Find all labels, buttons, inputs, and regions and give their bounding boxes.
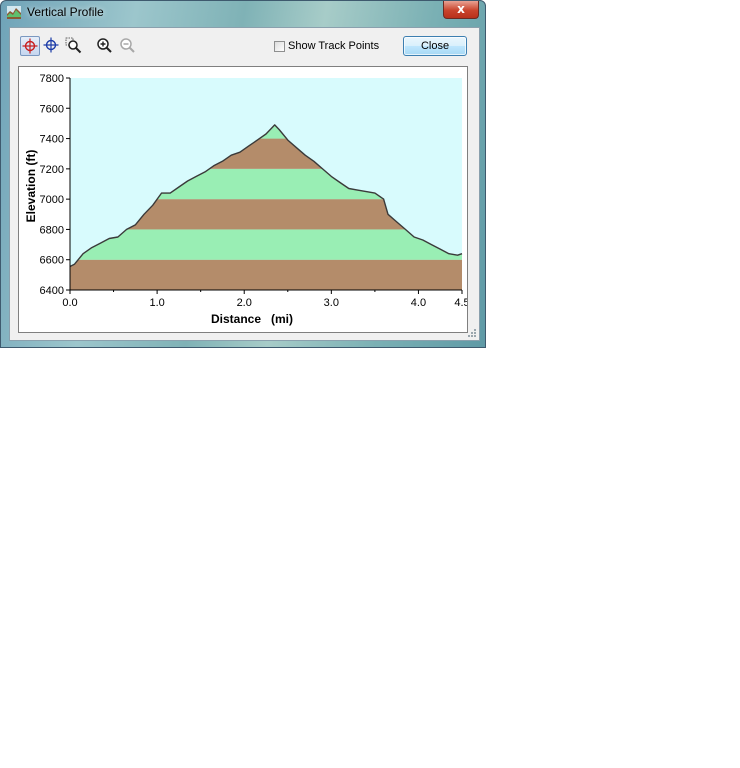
zoom-out-icon bbox=[120, 38, 135, 53]
y-tick-label: 7800 bbox=[40, 73, 64, 85]
y-axis-label: Elevation (ft) bbox=[24, 150, 38, 223]
resize-grip-icon[interactable] bbox=[466, 327, 476, 337]
x-tick-label: 0.0 bbox=[62, 297, 77, 309]
vertical-profile-app-icon bbox=[7, 6, 21, 19]
y-tick-label: 6800 bbox=[40, 224, 64, 236]
x-tick-label: 3.0 bbox=[324, 297, 339, 309]
crosshair-blue-icon bbox=[43, 37, 59, 53]
zoom-in-icon bbox=[97, 38, 112, 53]
elevation-profile-chart[interactable]: 6400 6600 6800 7000 7200 7400 7600 7800 0.0 1.0 2.… bbox=[19, 67, 470, 332]
zoom-box-icon bbox=[65, 37, 82, 54]
dialog-client-area: Show Track Points Close 6400 6600 6800 7000… bbox=[9, 27, 480, 341]
x-tick-label: 4.0 bbox=[411, 297, 426, 309]
zoom-out-tool[interactable] bbox=[118, 36, 138, 56]
zoom-in-tool[interactable] bbox=[95, 36, 115, 56]
zoom-box-tool[interactable] bbox=[64, 36, 84, 56]
x-tick-label: 4.5 bbox=[454, 297, 467, 309]
elevation-band bbox=[70, 229, 462, 260]
y-tick-label: 7400 bbox=[40, 134, 64, 146]
x-tick-label: 2.0 bbox=[237, 297, 252, 309]
window-title: Vertical Profile bbox=[27, 5, 104, 19]
y-tick-label: 7000 bbox=[40, 194, 64, 206]
x-tick-label: 1.0 bbox=[149, 297, 164, 309]
window-close-button[interactable]: x bbox=[443, 1, 479, 19]
y-tick-label: 7200 bbox=[40, 164, 64, 176]
elevation-band bbox=[70, 259, 462, 290]
title-bar[interactable]: Vertical Profile x bbox=[1, 1, 485, 25]
vertical-profile-window: Vertical Profile x Show Track Points Clo… bbox=[0, 0, 486, 348]
show-track-points-label[interactable]: Show Track Points bbox=[288, 40, 379, 52]
y-tick-label: 7600 bbox=[40, 103, 64, 115]
close-button[interactable]: Close bbox=[403, 36, 467, 56]
crosshair-select-tool[interactable] bbox=[20, 36, 40, 56]
crosshair-red-icon bbox=[22, 38, 38, 54]
show-track-points-checkbox-box[interactable] bbox=[274, 41, 285, 52]
x-axis-label: Distance (mi) bbox=[211, 312, 293, 326]
elevation-chart-frame: 6400 6600 6800 7000 7200 7400 7600 7800 0.0 1.0 2.… bbox=[18, 66, 470, 333]
y-tick-label: 6400 bbox=[40, 285, 64, 297]
y-tick-label: 6600 bbox=[40, 255, 64, 267]
crosshair-move-tool[interactable] bbox=[42, 36, 62, 56]
